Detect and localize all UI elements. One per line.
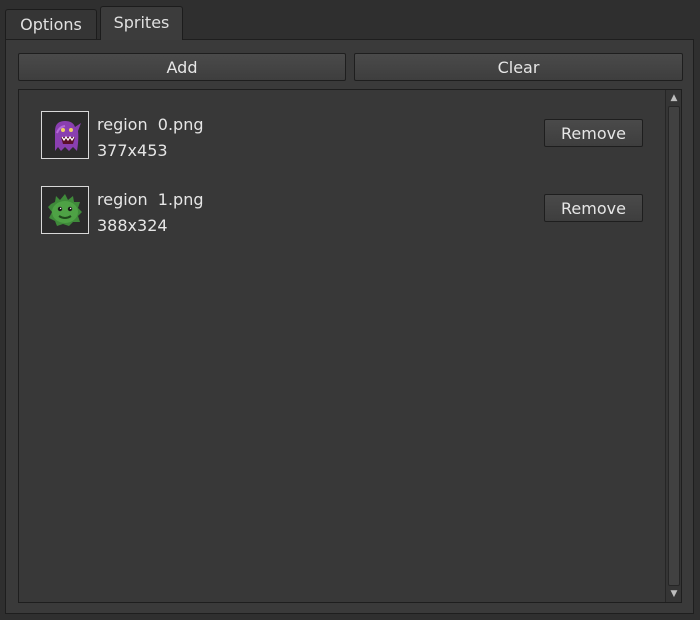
sprite-name: region 0.png <box>97 115 204 134</box>
sprite-list-item: region 1.png 388x324 Remove <box>41 186 643 236</box>
tab-options[interactable]: Options <box>5 9 97 39</box>
scrollbar-thumb[interactable] <box>668 106 680 586</box>
remove-button[interactable]: Remove <box>544 194 643 222</box>
scroll-up-arrow-icon[interactable]: ▲ <box>668 92 680 104</box>
sprite-list[interactable]: region 0.png 377x453 Remove region 1.png… <box>18 89 682 603</box>
green-spiky-monster-icon <box>48 194 82 226</box>
scroll-down-arrow-icon[interactable]: ▼ <box>668 588 680 600</box>
sprite-thumbnail <box>41 186 89 234</box>
tab-sprites[interactable]: Sprites <box>100 6 183 40</box>
sprite-dimensions: 388x324 <box>97 216 168 235</box>
sprite-thumbnail <box>41 111 89 159</box>
add-button[interactable]: Add <box>18 53 346 81</box>
sprite-list-item: region 0.png 377x453 Remove <box>41 111 643 161</box>
remove-button[interactable]: Remove <box>544 119 643 147</box>
clear-button[interactable]: Clear <box>354 53 683 81</box>
vertical-scrollbar[interactable]: ▲ ▼ <box>665 90 681 602</box>
sprites-panel: Add Clear region 0.png 377x453 Remove re… <box>5 39 694 614</box>
sprite-dimensions: 377x453 <box>97 141 168 160</box>
sprite-name: region 1.png <box>97 190 204 209</box>
purple-ghost-monster-icon <box>55 121 81 151</box>
